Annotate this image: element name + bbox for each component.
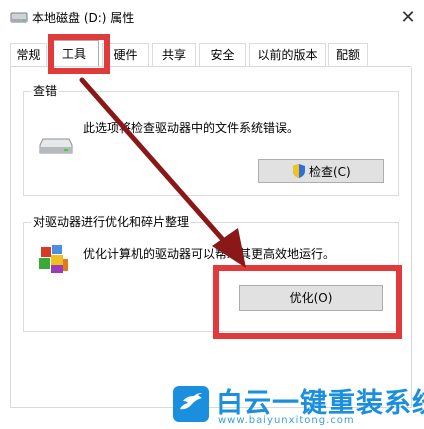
properties-window: 本地磁盘 (D:) 属性 ✕ 常规 工具 硬件 共享 安全 以前的版本 配额 查…	[0, 0, 424, 429]
watermark-url: www.baiyunxitong.com	[218, 415, 355, 426]
bird-logo-icon	[173, 386, 209, 422]
pointer-arrow-icon	[79, 77, 246, 268]
